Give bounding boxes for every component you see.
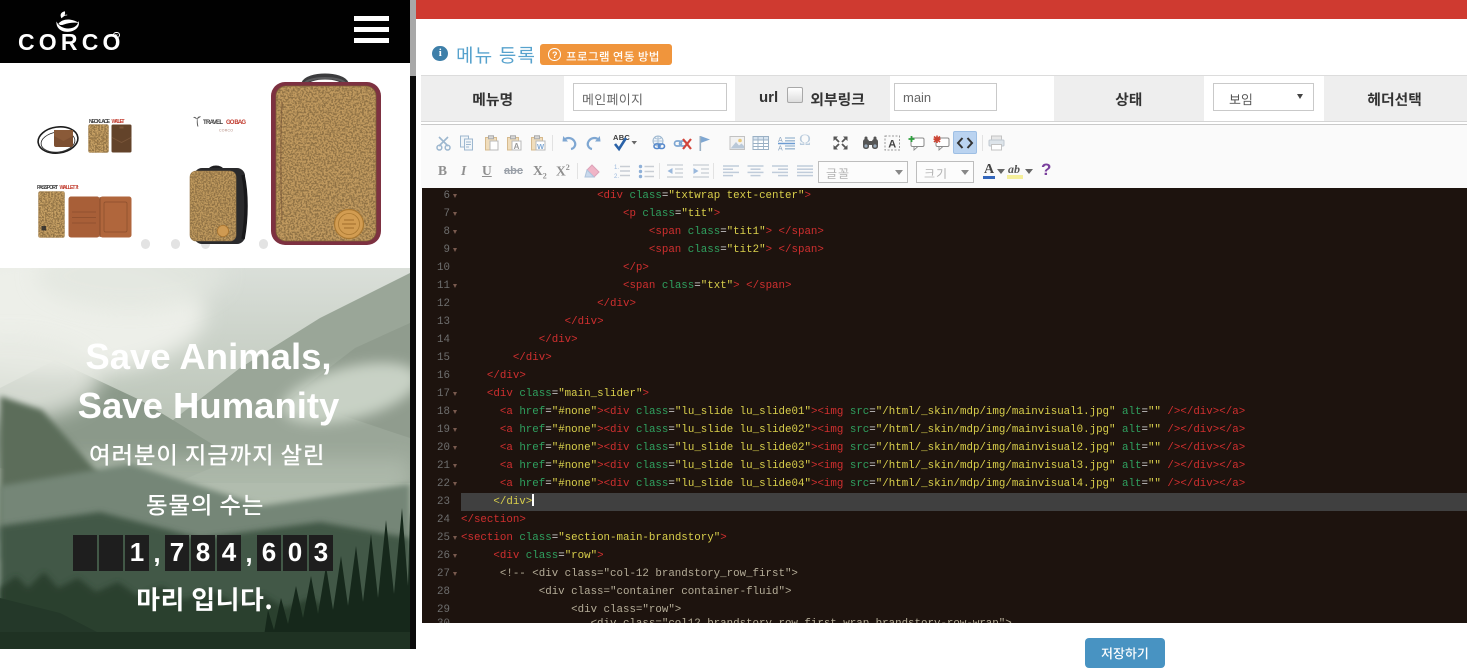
- svg-text:A: A: [778, 145, 783, 151]
- svg-text:ABC: ABC: [613, 133, 630, 142]
- svg-text:GO BAG: GO BAG: [226, 120, 246, 126]
- svg-text:W: W: [537, 141, 545, 150]
- svg-text:WALLET 7t: WALLET 7t: [60, 185, 79, 191]
- svg-text:CORCO: CORCO: [219, 129, 233, 133]
- svg-text:TRAVEL: TRAVEL: [203, 120, 223, 126]
- svg-text:1.: 1.: [614, 165, 619, 171]
- svg-text:2.: 2.: [614, 174, 619, 180]
- svg-text:A: A: [514, 142, 520, 151]
- svg-text:A: A: [888, 138, 896, 150]
- svg-text:PASSPORT: PASSPORT: [37, 185, 58, 191]
